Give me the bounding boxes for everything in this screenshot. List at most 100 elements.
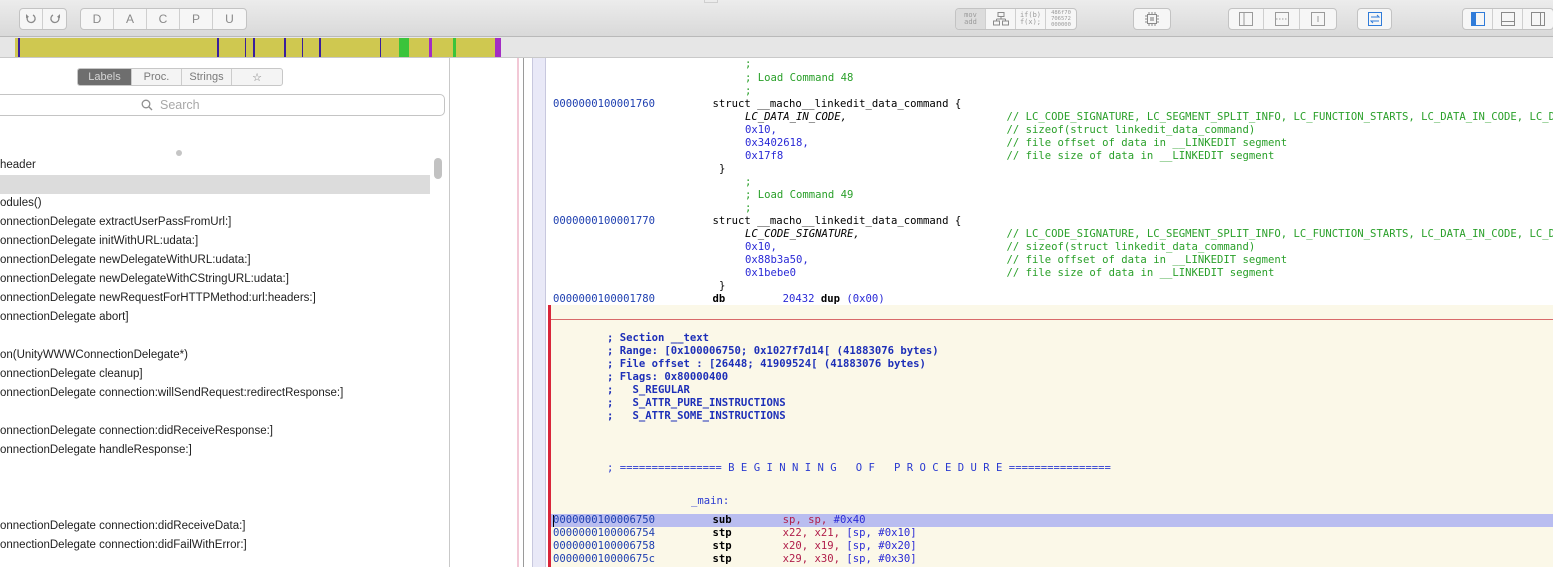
toggle-left-sidebar-button[interactable] [1463,9,1493,29]
label-list-item[interactable]: onnectionDelegate newDelegateWithURL:uda… [0,251,430,270]
code-line[interactable]: 0000000100006754 stp x22, x21, [sp, #0x1… [553,527,917,540]
code-token[interactable]: 0x88b3a50, [745,254,809,266]
label-list-item[interactable]: onnectionDelegate abort] [0,308,430,327]
label-list-item[interactable]: onnectionDelegate newRequestForHTTPMetho… [0,289,430,308]
type-c-button[interactable]: C [147,9,180,29]
code-line[interactable]: 0000000100006758 stp x20, x19, [sp, #0x2… [553,540,917,553]
code-line[interactable]: 0x10, // sizeof(struct linkedit_data_com… [745,241,1255,254]
type-u-button[interactable]: U [213,9,246,29]
code-token[interactable]: 0x3402618, [745,137,809,149]
code-token[interactable]: sp, sp, [783,514,834,526]
left-panel-button[interactable] [1229,9,1264,29]
code-line[interactable]: ; [745,85,751,98]
address[interactable]: 0000000100006750 [553,514,655,526]
type-a-button[interactable]: A [114,9,147,29]
pseudocode-mode-button[interactable]: if(b) f(x); [1016,9,1046,29]
code-line[interactable]: ; S_REGULAR [607,384,690,397]
code-line[interactable]: _main: [691,495,729,508]
code-line[interactable]: ; [745,58,751,71]
segment-navigation-bar[interactable] [0,37,1553,58]
label-list-item[interactable]: odules() [0,194,430,213]
disassembly-view[interactable]: ;; Load Command 48; 0000000100001760 stru… [451,58,1553,567]
label-list-item[interactable]: onnectionDelegate connection:didReceiveR… [0,422,430,441]
address[interactable]: 0000000100001770 [553,215,655,227]
cfg-mode-button[interactable] [986,9,1016,29]
code-token[interactable]: 20432 [783,293,815,305]
code-token[interactable]: [sp, #0x10] [846,527,916,539]
label-list-item[interactable]: onnectionDelegate connection:didReceiveD… [0,517,430,536]
code-token[interactable]: x22, x21, [783,527,847,539]
label-list-item[interactable] [0,175,430,194]
code-line[interactable]: 0x3402618, // file offset of data in __L… [745,137,1287,150]
tab-procedures[interactable]: Proc. [132,69,182,85]
code-token[interactable]: x29, x30, [783,553,847,565]
swap-button[interactable] [1358,9,1391,29]
code-line[interactable]: LC_DATA_IN_CODE, // LC_CODE_SIGNATURE, L… [745,111,1553,124]
label-list-item[interactable]: on(UnityWWWConnectionDelegate*) [0,346,430,365]
label-list-item[interactable]: onnectionDelegate newDelegateWithCString… [0,270,430,289]
code-line[interactable]: 0000000100001770 struct __macho__linkedi… [553,215,961,228]
code-line[interactable]: LC_CODE_SIGNATURE, // LC_CODE_SIGNATURE,… [745,228,1553,241]
label-list-item[interactable]: onnectionDelegate initWithURL:udata:] [0,232,430,251]
code-token[interactable]: x20, x19, [783,540,847,552]
middle-panel-button[interactable] [1264,9,1300,29]
code-line[interactable]: 0x17f8 // file size of data in __LINKEDI… [745,150,1274,163]
label-list-item[interactable] [0,498,430,517]
debugger-button[interactable] [1134,9,1170,29]
right-panel-button[interactable] [1300,9,1336,29]
code-line[interactable]: ; [745,202,751,215]
code-token[interactable]: 0x17f8 [745,150,783,162]
code-token[interactable]: 0x10, [745,241,777,253]
code-line[interactable]: 000000010000675c stp x29, x30, [sp, #0x3… [553,553,917,566]
label-list-item[interactable]: onnectionDelegate connection:willSendReq… [0,384,430,403]
search-field[interactable]: Search [0,94,445,116]
redo-button[interactable] [43,9,66,29]
toggle-bottom-panel-button[interactable] [1493,9,1523,29]
address[interactable]: 0000000100001780 [553,293,655,305]
code-line[interactable]: ; Range: [0x100006750; 0x1027f7d14[ (418… [607,345,939,358]
scrollbar-thumb[interactable] [434,158,442,179]
scrollbar-track[interactable] [431,156,445,567]
code-line[interactable]: ; Load Command 48 [745,72,853,85]
toggle-right-sidebar-button[interactable] [1523,9,1553,29]
tab-bookmarks[interactable]: ☆ [232,69,282,85]
code-token[interactable]: [sp, #0x30] [846,553,916,565]
address[interactable]: 0000000100006758 [553,540,655,552]
code-line[interactable]: ; Load Command 49 [745,189,853,202]
address[interactable]: 0000000100001760 [553,98,655,110]
label-list-item[interactable]: onnectionDelegate connection:didFailWith… [0,536,430,555]
code-line[interactable]: ; Flags: 0x80000400 [607,371,728,384]
code-line[interactable]: 0000000100001760 struct __macho__linkedi… [553,98,961,111]
tab-strings[interactable]: Strings [182,69,232,85]
code-line[interactable]: 0x1bebe0 // file size of data in __LINKE… [745,267,1274,280]
code-token[interactable]: 0x10, [745,124,777,136]
address[interactable]: 0000000100006754 [553,527,655,539]
label-list-item[interactable]: onnectionDelegate extractUserPassFromUrl… [0,213,430,232]
label-list-item[interactable] [0,327,430,346]
assembly-mode-button[interactable]: mov add [956,9,986,29]
label-list-item[interactable] [0,460,430,479]
code-line[interactable]: } [719,280,725,293]
label-list-item[interactable] [0,403,430,422]
type-d-button[interactable]: D [81,9,114,29]
label-list-item[interactable]: onnectionDelegate cleanup] [0,365,430,384]
code-line[interactable]: ; S_ATTR_SOME_INSTRUCTIONS [607,410,786,423]
label-list-item[interactable] [0,479,430,498]
code-line[interactable]: 0000000100001780 db 20432 dup (0x00) [553,293,885,306]
code-line[interactable]: ; Section __text [607,332,709,345]
code-token[interactable]: [sp, #0x20] [846,540,916,552]
tab-labels[interactable]: Labels [78,69,132,85]
code-token[interactable]: #0x40 [834,514,866,526]
code-token[interactable]: (0x00) [840,293,884,305]
label-list-item[interactable]: header [0,156,430,175]
code-line[interactable]: 0x10, // sizeof(struct linkedit_data_com… [745,124,1255,137]
code-line[interactable]: ; File offset : [26448; 41909524[ (41883… [607,358,926,371]
code-line[interactable]: 0x88b3a50, // file offset of data in __L… [745,254,1287,267]
code-line[interactable]: } [719,163,725,176]
code-token[interactable]: 0x1bebe0 [745,267,796,279]
code-line[interactable]: ; [745,176,751,189]
code-line[interactable]: ; ================ B E G I N N I N G O F… [607,462,1111,475]
code-line[interactable]: ; S_ATTR_PURE_INSTRUCTIONS [607,397,786,410]
code-line[interactable]: 0000000100006750 sub sp, sp, #0x40 [553,514,866,527]
label-list-item[interactable]: onnectionDelegate handleResponse:] [0,441,430,460]
